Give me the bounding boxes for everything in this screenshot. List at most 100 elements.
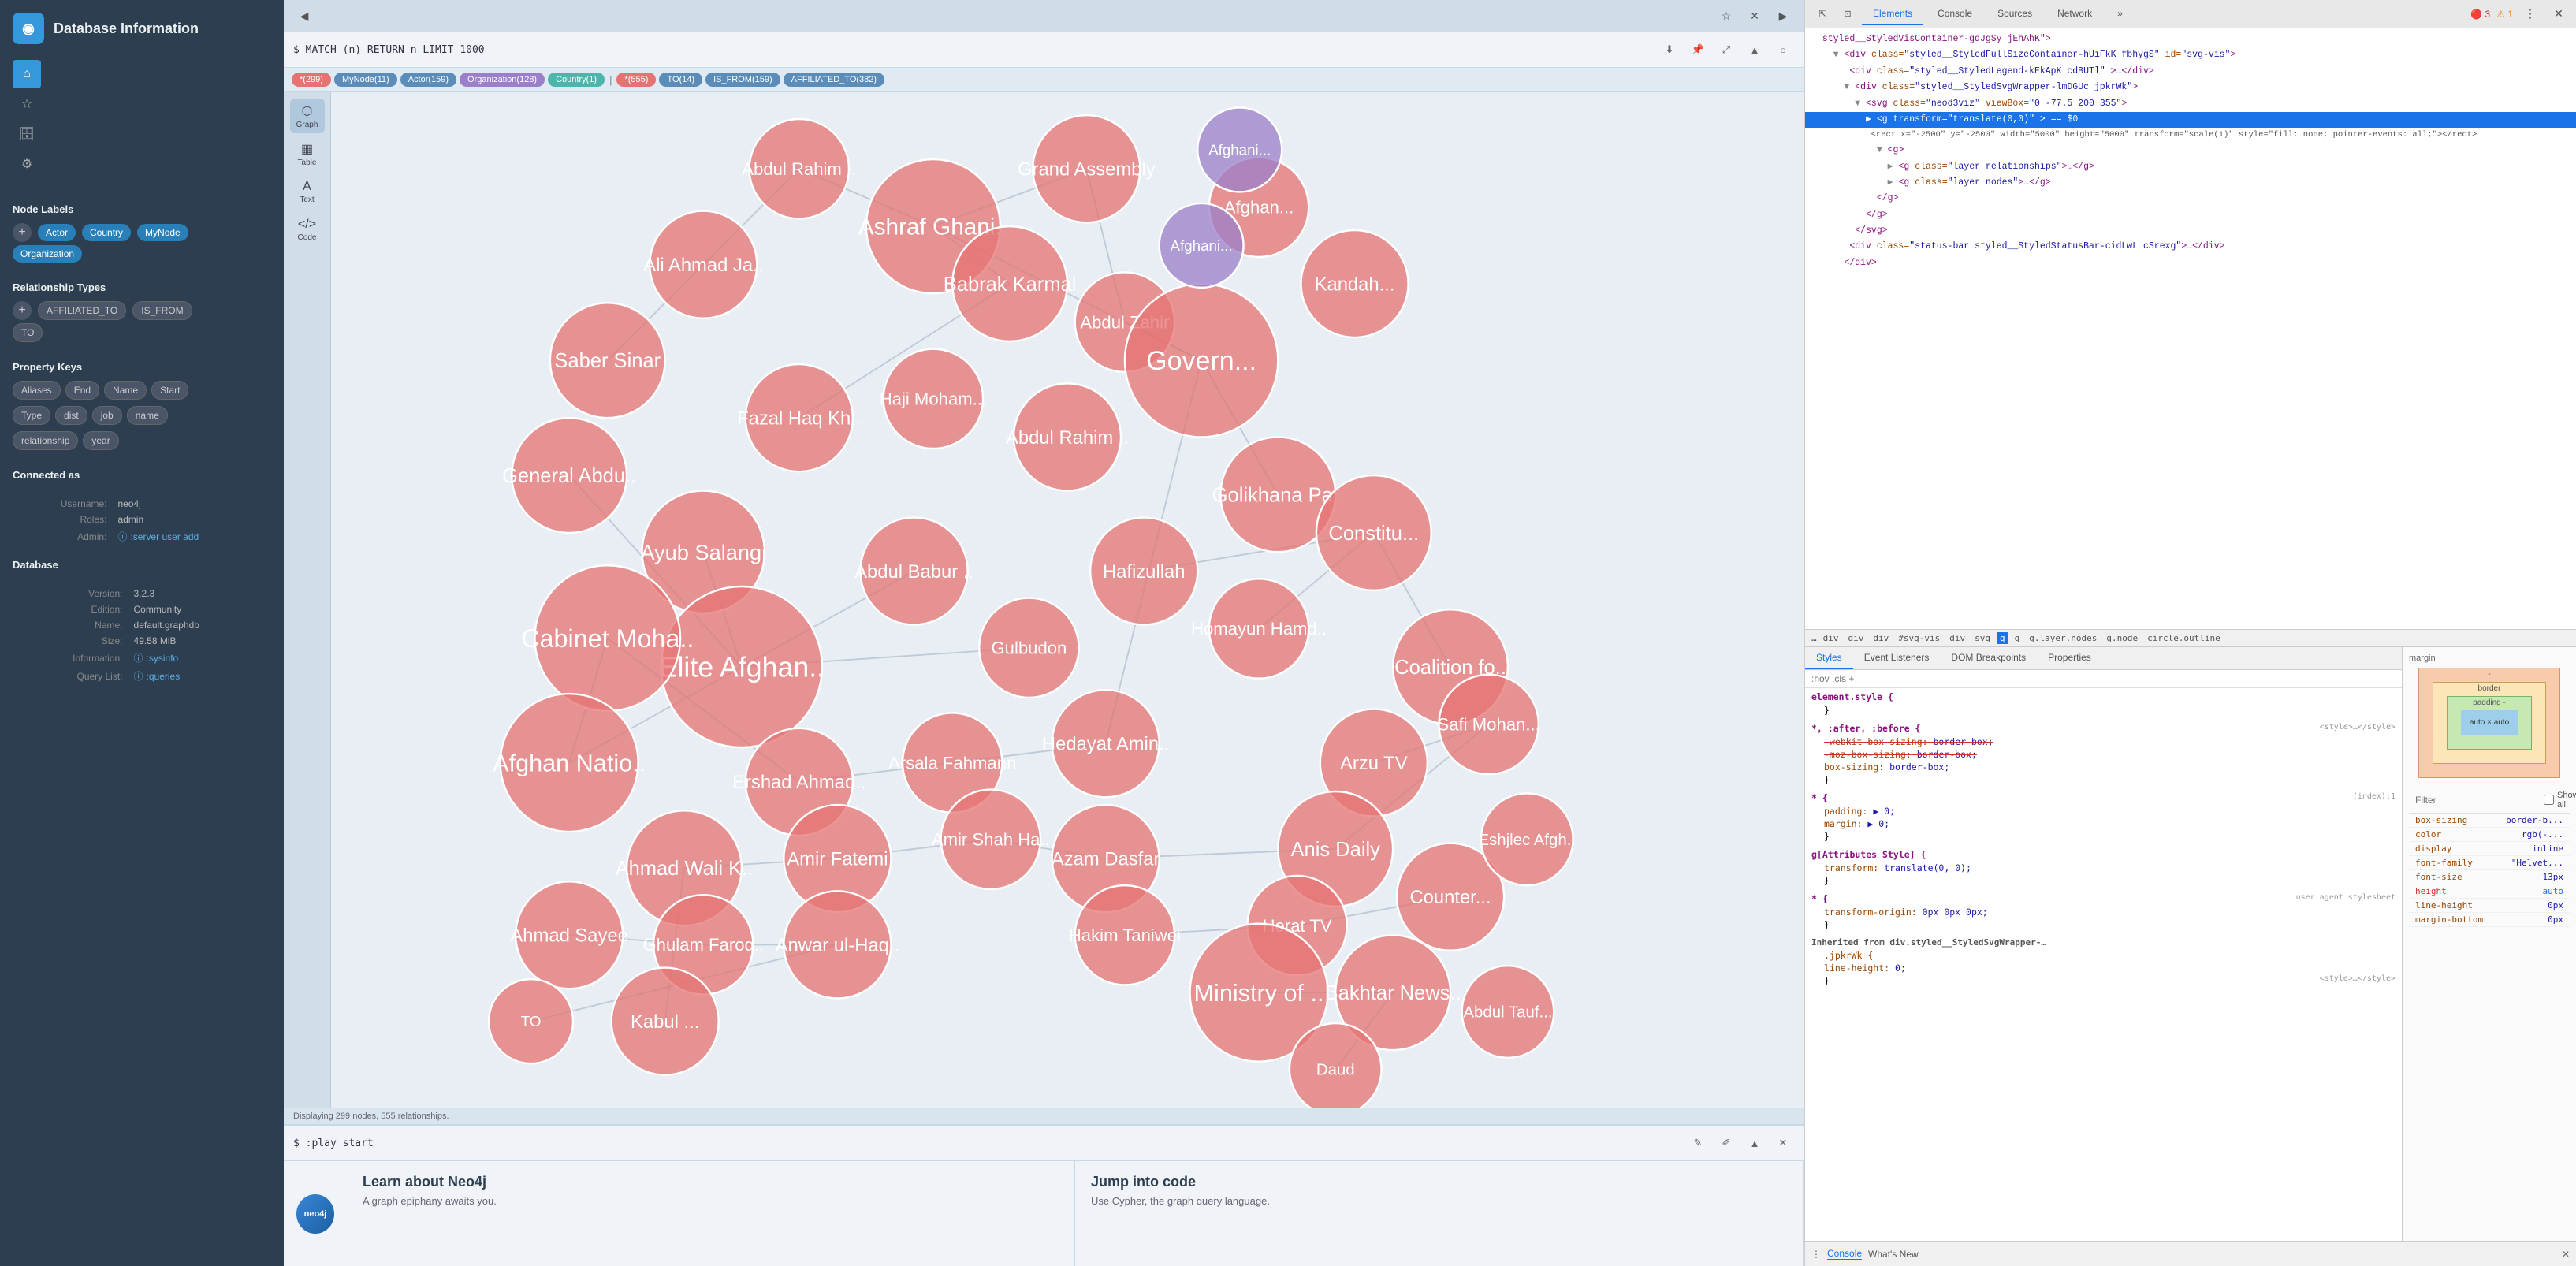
- server-user-add-link[interactable]: ⓘ :server user add: [117, 530, 266, 543]
- breadcrumb-circle[interactable]: circle.outline: [2144, 632, 2224, 644]
- computed-row-box-sizing[interactable]: box-sizing border-b...: [2409, 814, 2570, 828]
- information-value[interactable]: ⓘ :sysinfo: [131, 650, 270, 666]
- tab-network[interactable]: Network: [2046, 3, 2103, 25]
- tag-affiliated-to[interactable]: AFFILIATED_TO: [38, 301, 126, 320]
- download-button[interactable]: ⬇: [1658, 39, 1681, 61]
- devtools-close-button[interactable]: ✕: [2548, 3, 2570, 25]
- tag-country[interactable]: Country: [82, 224, 131, 241]
- dom-line-4[interactable]: ▼ <div class="styled__StyledSvgWrapper-l…: [1805, 80, 2576, 95]
- tag-actor[interactable]: Actor: [38, 224, 76, 241]
- tag-name[interactable]: Name: [104, 381, 147, 400]
- devtools-more-button[interactable]: ⋮: [2519, 3, 2541, 25]
- graph-node[interactable]: Grand Assembly: [1018, 115, 1156, 222]
- badge-all-rels[interactable]: *(555): [616, 73, 656, 87]
- badge-actor[interactable]: Actor(159): [400, 73, 456, 87]
- breadcrumb-div2[interactable]: div: [1845, 632, 1867, 644]
- computed-row-font-size[interactable]: font-size 13px: [2409, 870, 2570, 884]
- admin-value[interactable]: ⓘ :server user add: [114, 528, 270, 545]
- edit-button[interactable]: ✎: [1687, 1132, 1709, 1154]
- sidebar-nav-star[interactable]: ☆: [13, 90, 41, 118]
- dom-tree[interactable]: styled__StyledVisContainer-gdJgSy jEhAhK…: [1805, 28, 2576, 629]
- computed-row-margin-bottom[interactable]: margin-bottom 0px: [2409, 913, 2570, 927]
- edit2-button[interactable]: ✐: [1715, 1132, 1737, 1154]
- graph-node[interactable]: Anwar ul-Haq..: [776, 891, 899, 998]
- pin-button[interactable]: 📌: [1687, 39, 1709, 61]
- computed-row-color[interactable]: color rgb(-...: [2409, 828, 2570, 842]
- tag-to[interactable]: TO: [13, 323, 43, 342]
- sidebar-nav-settings[interactable]: ⚙: [13, 150, 41, 178]
- favorite-button[interactable]: ☆: [1715, 5, 1737, 27]
- tag-start[interactable]: Start: [151, 381, 188, 400]
- tag-is-from[interactable]: IS_FROM: [132, 301, 192, 320]
- graph-node[interactable]: Fazal Haq Kh..: [737, 364, 861, 471]
- devtools-dock-button[interactable]: ⊡: [1837, 3, 1859, 25]
- dom-line-12[interactable]: </g>: [1805, 207, 2576, 223]
- graph-node[interactable]: Saber Sinar: [550, 303, 665, 418]
- back-button[interactable]: ◀: [293, 5, 315, 27]
- badge-affiliated-to[interactable]: AFFILIATED_TO(382): [784, 73, 884, 87]
- dom-line-14[interactable]: <div class="status-bar styled__StyledSta…: [1805, 239, 2576, 255]
- graph-node[interactable]: Homayun Hamd..: [1191, 579, 1327, 678]
- nodes-layer[interactable]: Saber SinarAli Ahmad Ja..Abdul Rahim ..A…: [489, 107, 1576, 1108]
- dom-line-11[interactable]: </g>: [1805, 191, 2576, 207]
- breadcrumb-svg-vis[interactable]: #svg-vis: [1895, 632, 1943, 644]
- badge-organization[interactable]: Organization(128): [460, 73, 545, 87]
- graph-node[interactable]: Afghan Natio..: [493, 694, 646, 832]
- badge-is-from[interactable]: IS_FROM(159): [705, 73, 780, 87]
- graph-node[interactable]: Constitu...: [1316, 475, 1431, 590]
- graph-node[interactable]: Afghani...: [1160, 203, 1244, 288]
- dom-line-1[interactable]: styled__StyledVisContainer-gdJgSy jEhAhK…: [1805, 32, 2576, 47]
- graph-node[interactable]: Govern...: [1125, 284, 1278, 437]
- tag-end[interactable]: End: [65, 381, 99, 400]
- styles-tab-event-listeners[interactable]: Event Listeners: [1853, 647, 1941, 669]
- graph-node[interactable]: Afghani...: [1197, 107, 1282, 192]
- badge-all-nodes[interactable]: *(299): [292, 73, 331, 87]
- tag-relationship[interactable]: relationship: [13, 431, 78, 450]
- breadcrumb-g2[interactable]: g: [2012, 632, 2023, 644]
- devtools-undock-button[interactable]: ⇱: [1811, 3, 1833, 25]
- show-all-checkbox[interactable]: [2544, 795, 2554, 805]
- up-button[interactable]: ▲: [1744, 1132, 1766, 1154]
- graph-visualization[interactable]: Saber SinarAli Ahmad Ja..Abdul Rahim ..A…: [331, 92, 1804, 1108]
- breadcrumb-g-node[interactable]: g.node: [2103, 632, 2141, 644]
- graph-node[interactable]: Kabul ...: [612, 968, 719, 1075]
- dom-line-10[interactable]: ▶ <g class="layer nodes">…</g>: [1805, 175, 2576, 191]
- graph-node[interactable]: TO: [489, 979, 573, 1063]
- dom-line-7[interactable]: <rect x="-2500" y="-2500" width="5000" h…: [1805, 128, 2576, 143]
- dom-line-5[interactable]: ▼ <svg class="neod3viz" viewBox="0 -77.5…: [1805, 96, 2576, 112]
- graph-node[interactable]: Abdul Tauf...: [1462, 966, 1554, 1058]
- tag-dist[interactable]: dist: [55, 406, 87, 425]
- computed-filter-input[interactable]: [2415, 795, 2537, 806]
- dom-line-15[interactable]: </div>: [1805, 255, 2576, 271]
- breadcrumb-g[interactable]: g: [1997, 632, 2008, 644]
- badge-country[interactable]: Country(1): [548, 73, 605, 87]
- collapse-button[interactable]: ▲: [1744, 39, 1766, 61]
- styles-filter-input[interactable]: [1811, 673, 2395, 684]
- tab-elements[interactable]: Elements: [1862, 3, 1923, 25]
- query-list-value[interactable]: ⓘ :queries: [131, 668, 270, 684]
- styles-tab-properties[interactable]: Properties: [2037, 647, 2102, 669]
- graph-svg-container[interactable]: Saber SinarAli Ahmad Ja..Abdul Rahim ..A…: [331, 92, 1804, 1108]
- close-button[interactable]: ✕: [1744, 5, 1766, 27]
- graph-node[interactable]: Abdul Rahim ..: [1006, 383, 1129, 490]
- breadcrumb-div3[interactable]: div: [1870, 632, 1892, 644]
- play-button[interactable]: ▶: [1772, 5, 1794, 27]
- dom-line-3[interactable]: <div class="styled__StyledLegend-kEkApK …: [1805, 64, 2576, 80]
- graph-node[interactable]: Hedayat Amin..: [1042, 690, 1169, 797]
- show-all-label[interactable]: Show all: [2544, 791, 2576, 810]
- tag-year[interactable]: year: [83, 431, 118, 450]
- graph-node[interactable]: Abdul Rahim ..: [742, 119, 856, 218]
- graph-node[interactable]: Daud: [1290, 1023, 1382, 1108]
- graph-node[interactable]: Eshjlec Afgh..: [1478, 793, 1576, 885]
- graph-node[interactable]: Ahmad Sayee: [510, 881, 628, 989]
- tool-table-button[interactable]: ▦ Table: [290, 136, 325, 171]
- add-node-label-button[interactable]: +: [13, 223, 32, 242]
- console-close-button[interactable]: ✕: [2562, 1249, 2570, 1260]
- close-bottom-button[interactable]: ✕: [1772, 1132, 1794, 1154]
- breadcrumb-div1[interactable]: div: [1820, 632, 1842, 644]
- styles-tab-styles[interactable]: Styles: [1805, 647, 1853, 669]
- dom-line-8[interactable]: ▼ <g>: [1805, 143, 2576, 158]
- dom-line-13[interactable]: </svg>: [1805, 223, 2576, 239]
- graph-node[interactable]: Elite Afghan..: [659, 586, 825, 747]
- badge-to[interactable]: TO(14): [659, 73, 702, 87]
